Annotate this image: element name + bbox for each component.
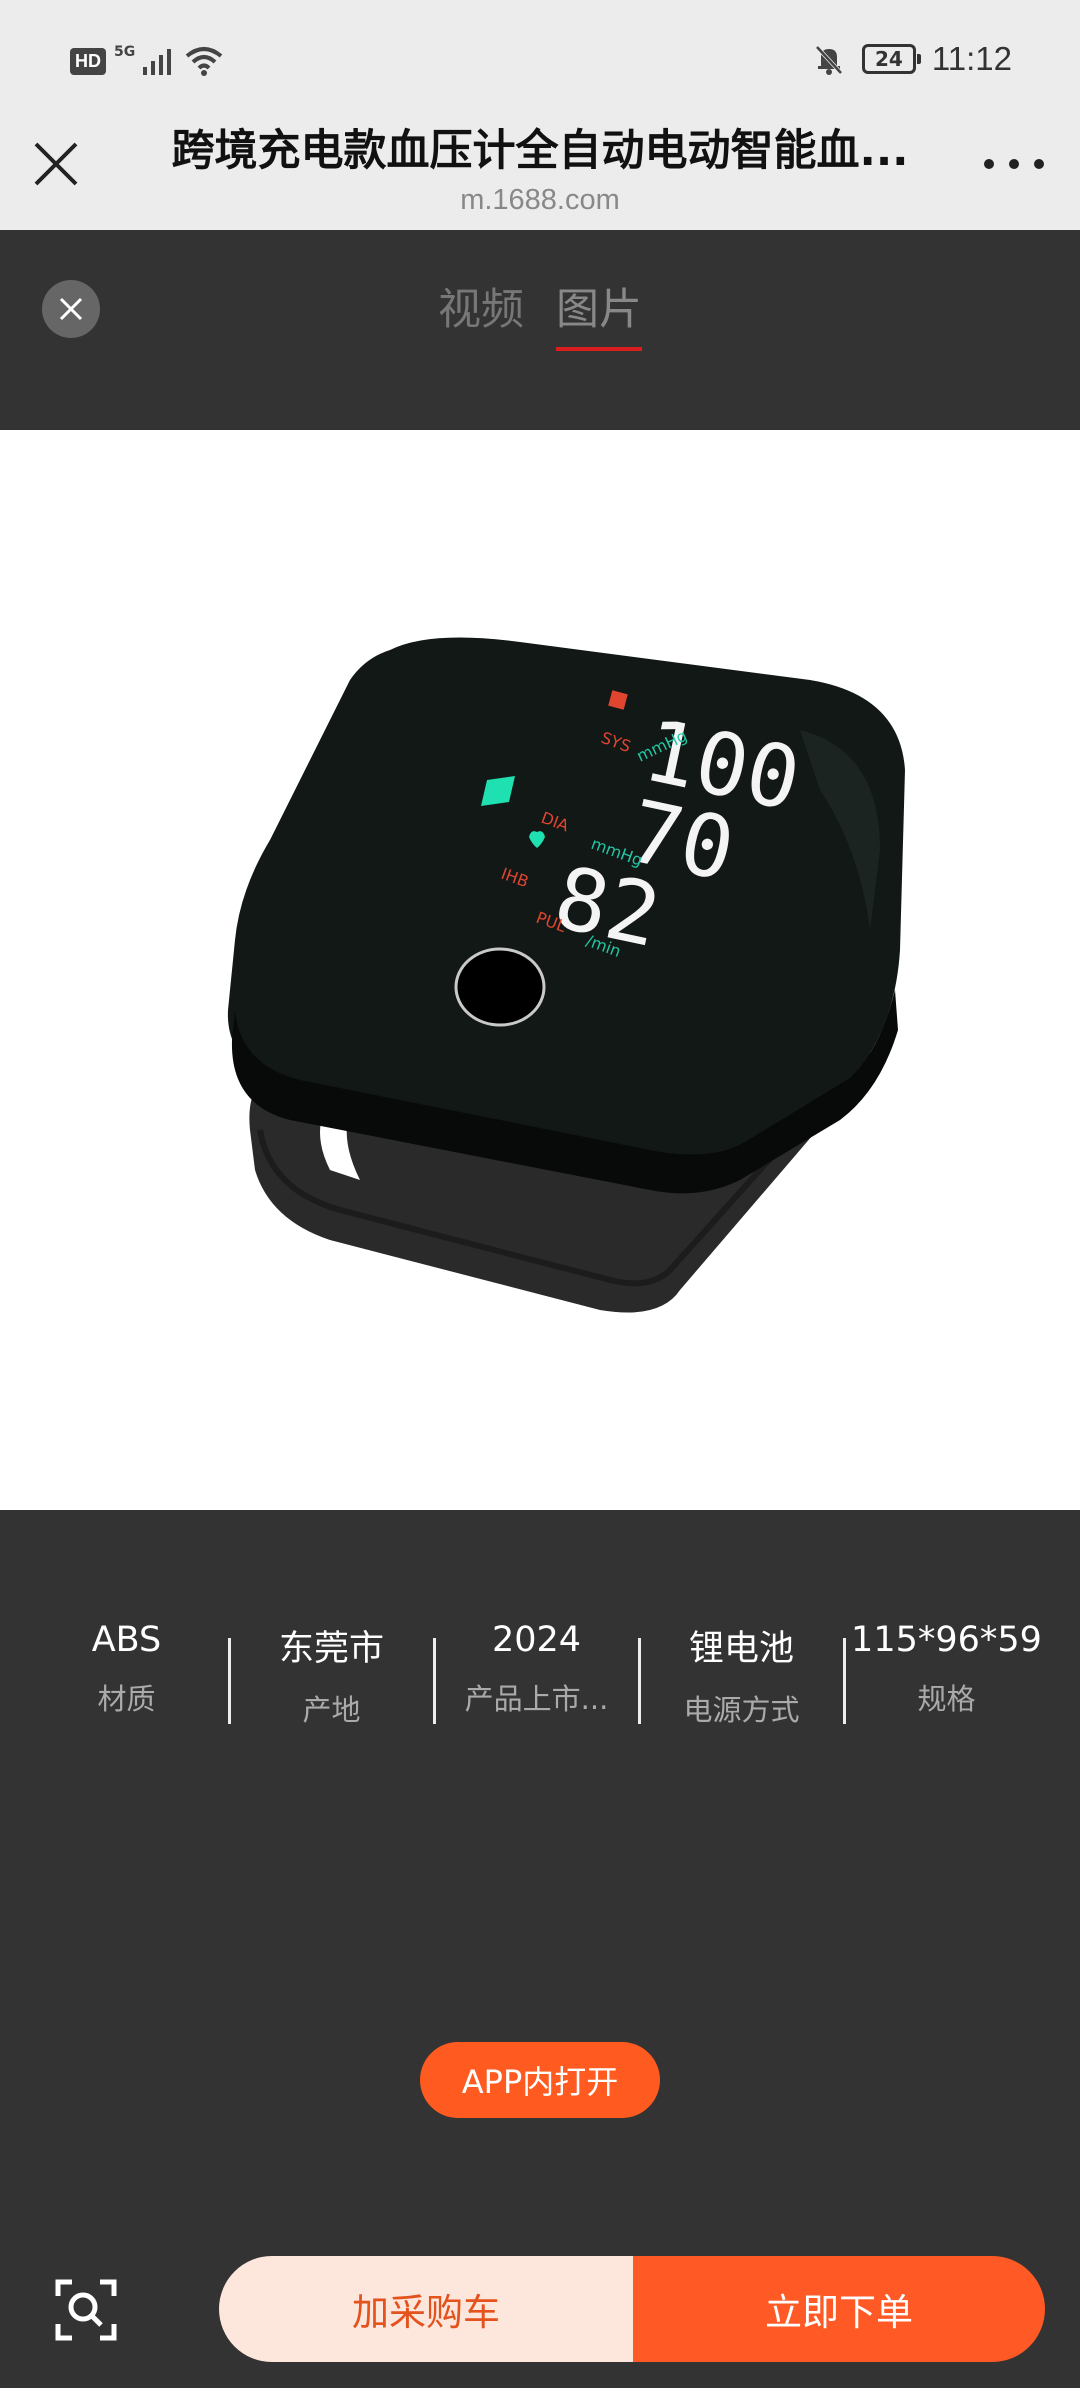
- product-image-area[interactable]: 100 70 82 SYS mmHg DIA mmHg IHB PUL /min: [0, 430, 1080, 1510]
- spec-item: 2024 产品上市...: [433, 1620, 639, 1740]
- network-label: 5G: [114, 44, 136, 60]
- spec-item: 115*96*59 规格: [843, 1620, 1049, 1740]
- open-in-app-button[interactable]: APP内打开: [420, 2042, 660, 2118]
- status-right: 24 11:12: [812, 40, 1012, 78]
- media-tabs: 视频 图片: [0, 275, 1080, 351]
- spec-label: 电源方式: [683, 1693, 800, 1727]
- close-icon[interactable]: [28, 136, 84, 192]
- more-dot: [984, 159, 994, 169]
- spec-item: ABS 材质: [24, 1620, 229, 1740]
- spec-value: 锂电池: [688, 1629, 794, 1669]
- spec-value: 2024: [491, 1620, 582, 1660]
- status-left: HD 5G: [70, 44, 223, 76]
- tab-video[interactable]: 视频: [438, 275, 524, 351]
- hd-icon: HD: [70, 47, 106, 75]
- clock: 11:12: [931, 40, 1012, 77]
- battery-icon: 24: [861, 44, 921, 74]
- spec-list: ABS 材质 东莞市 产地 2024 产品上市... 锂电池 电源方式 115*…: [0, 1620, 1080, 1740]
- viewer-header: 视频 图片: [0, 230, 1080, 430]
- image-search-icon[interactable]: [54, 2278, 118, 2342]
- add-to-cart-button[interactable]: 加采购车: [219, 2256, 633, 2362]
- tab-images[interactable]: 图片: [556, 275, 642, 351]
- spec-label: 产地: [302, 1693, 361, 1727]
- spec-value: ABS: [91, 1620, 162, 1660]
- spec-label: 材质: [97, 1682, 156, 1716]
- spec-label: 规格: [917, 1682, 976, 1716]
- spec-item: 锂电池 电源方式: [638, 1620, 844, 1740]
- browser-header: 跨境充电款血压计全自动电动智能血... m.1688.com: [0, 100, 1080, 230]
- more-dot: [1034, 159, 1044, 169]
- spec-value: 115*96*59: [851, 1620, 1042, 1660]
- product-image: 100 70 82 SYS mmHg DIA mmHg IHB PUL /min: [227, 637, 905, 1313]
- spec-label: 产品上市...: [464, 1682, 609, 1716]
- more-dot: [1009, 159, 1019, 169]
- title-wrap: 跨境充电款血压计全自动电动智能血... m.1688.com: [140, 116, 940, 217]
- mute-bell-icon: [815, 45, 843, 75]
- more-icon[interactable]: [984, 154, 1044, 174]
- spec-value: 东莞市: [278, 1629, 384, 1669]
- buy-now-button[interactable]: 立即下单: [633, 2256, 1045, 2362]
- wifi-icon: [185, 47, 223, 76]
- signal-icon: [143, 49, 172, 75]
- page-url: m.1688.com: [460, 184, 620, 216]
- page-title: 跨境充电款血压计全自动电动智能血...: [171, 126, 909, 176]
- spec-item: 东莞市 产地: [228, 1620, 434, 1740]
